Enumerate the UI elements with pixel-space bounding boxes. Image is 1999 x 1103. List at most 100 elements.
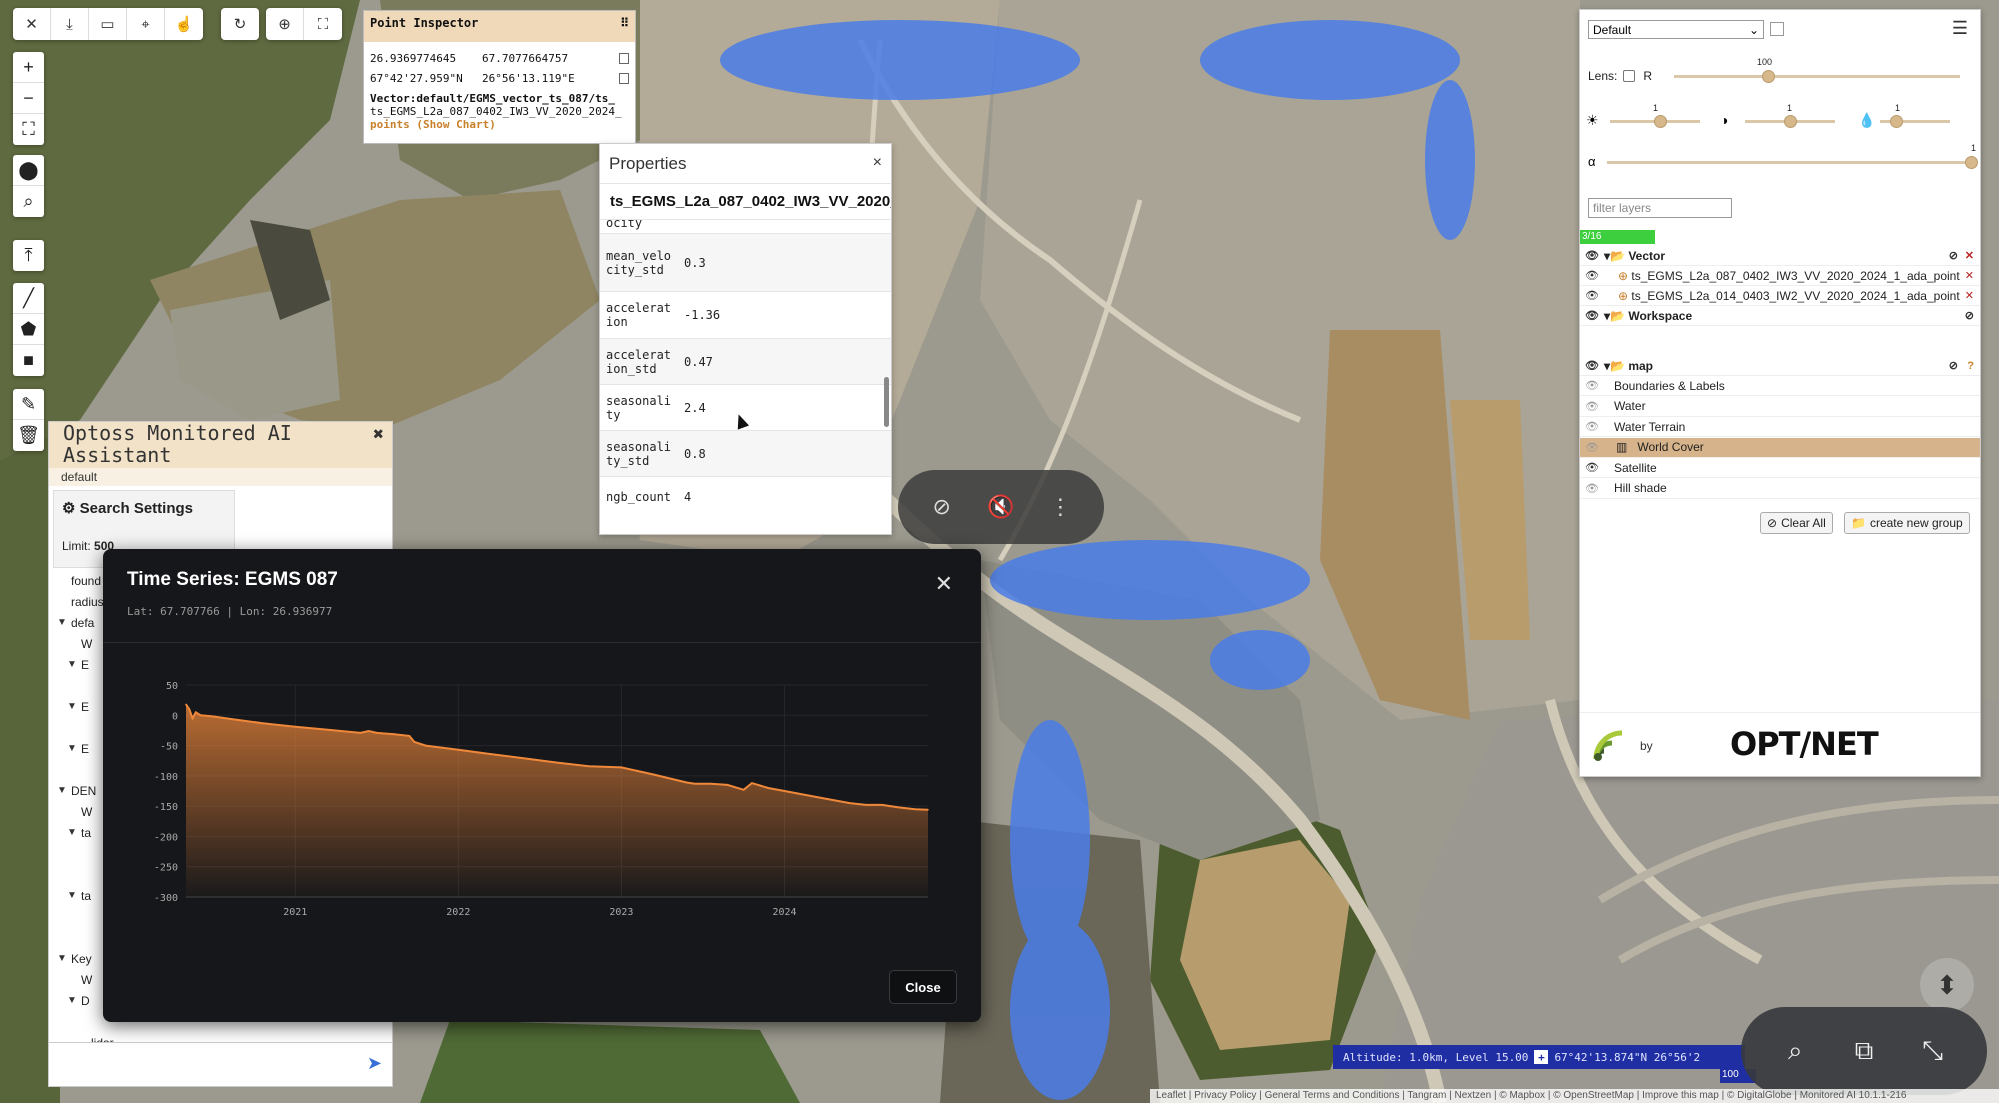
- properties-list[interactable]: ocity mean_velocity_std 0.3 acceleration…: [600, 220, 891, 514]
- chevron-down-icon[interactable]: ▼: [67, 890, 81, 901]
- slider-knob[interactable]: [1890, 115, 1903, 128]
- draw-polygon-icon[interactable]: ⬟: [13, 314, 44, 345]
- data-point: [327, 729, 329, 731]
- base-layer-item[interactable]: 👁 Satellite: [1580, 458, 1980, 478]
- slider-knob[interactable]: [1654, 115, 1667, 128]
- create-group-button[interactable]: 📁 create new group: [1844, 512, 1970, 534]
- crosshair-icon[interactable]: ⌖: [127, 8, 165, 40]
- plus-icon[interactable]: +: [1534, 1050, 1549, 1064]
- more-options-icon[interactable]: ⋮: [1040, 487, 1080, 527]
- base-layer-item[interactable]: 👁 Boundaries & Labels: [1580, 376, 1980, 396]
- eye-off-icon[interactable]: 👁: [1580, 379, 1604, 392]
- layer-item[interactable]: 👁 ⊕ ts_EGMS_L2a_087_0402_IW3_VV_2020_202…: [1580, 266, 1980, 286]
- lens-checkbox[interactable]: [1623, 70, 1636, 82]
- chat-input[interactable]: ➤: [49, 1042, 392, 1086]
- base-layer-item[interactable]: 👁 Water Terrain: [1580, 417, 1980, 437]
- base-layer-item[interactable]: 👁 ▥ World Cover: [1580, 437, 1980, 458]
- copy-icon[interactable]: [619, 52, 629, 64]
- alpha-slider[interactable]: [1607, 156, 1978, 169]
- ai-assistant-header: Optoss Monitored AI Assistant ✖: [49, 422, 392, 468]
- drag-handle-icon[interactable]: ⠿: [620, 16, 629, 37]
- zoom-out-button[interactable]: −: [13, 83, 44, 114]
- chevron-down-icon[interactable]: ▼: [67, 701, 81, 712]
- draw-line-icon[interactable]: ╱: [13, 283, 44, 314]
- contrast-slider[interactable]: [1745, 115, 1835, 128]
- layer-item[interactable]: 👁 ⊕ ts_EGMS_L2a_014_0403_IW2_VV_2020_202…: [1580, 286, 1980, 306]
- trash-icon[interactable]: 🗑: [13, 420, 44, 451]
- help-icon[interactable]: ?: [1967, 360, 1974, 372]
- send-icon[interactable]: ➤: [367, 1053, 382, 1074]
- hide-icon[interactable]: ⊘: [1949, 359, 1958, 372]
- open-external-icon[interactable]: ⧉: [1844, 1031, 1884, 1071]
- slider-knob[interactable]: [1762, 70, 1775, 83]
- hide-icon[interactable]: ⊘: [1965, 309, 1974, 322]
- eye-off-icon[interactable]: 👁: [1580, 441, 1604, 454]
- eye-off-icon[interactable]: 👁: [1580, 420, 1604, 433]
- close-icon[interactable]: ×: [873, 154, 882, 173]
- layer-group-workspace[interactable]: 👁 ▾ 📂 Workspace ⊘: [1580, 306, 1980, 326]
- grid-icon[interactable]: [1770, 22, 1784, 36]
- show-chart-link[interactable]: points (Show Chart): [364, 118, 635, 131]
- zoom-search-icon[interactable]: ⌕: [1775, 1031, 1815, 1071]
- filter-layers-input[interactable]: filter layers: [1588, 198, 1732, 218]
- saturation-slider[interactable]: [1880, 115, 1950, 128]
- base-layer-item[interactable]: 👁 Hill shade: [1580, 479, 1980, 499]
- compass-icon[interactable]: ⬍: [1920, 958, 1974, 1012]
- fullscreen-icon[interactable]: ⛶: [13, 114, 44, 145]
- brightness-slider[interactable]: [1610, 115, 1700, 128]
- chevron-down-icon[interactable]: ▼: [57, 785, 71, 796]
- no-pin-icon[interactable]: ✕: [13, 8, 51, 40]
- mute-icon[interactable]: 🔇: [981, 487, 1021, 527]
- zoom-box-icon[interactable]: ⌕: [13, 186, 44, 217]
- remove-icon[interactable]: ✕: [1964, 269, 1974, 282]
- close-icon[interactable]: ✖: [373, 424, 384, 446]
- preset-select[interactable]: Default ⌄: [1588, 20, 1764, 39]
- map-attribution[interactable]: Leaflet | Privacy Policy | General Terms…: [1150, 1089, 1999, 1103]
- eye-off-icon[interactable]: 👁: [1580, 482, 1604, 495]
- close-icon[interactable]: ✕: [935, 571, 953, 597]
- eye-icon[interactable]: 👁: [1580, 309, 1604, 322]
- eye-icon[interactable]: 👁: [1580, 289, 1604, 302]
- eye-icon[interactable]: 👁: [1580, 249, 1604, 262]
- align-top-icon[interactable]: ⤒: [13, 240, 44, 271]
- eye-icon[interactable]: 👁: [1580, 359, 1604, 372]
- base-layer-item[interactable]: 👁 Water: [1580, 397, 1980, 417]
- collapse-icon[interactable]: ⤡: [1913, 1031, 1953, 1071]
- time-series-chart[interactable]: 50 0 -50 -100 -150 -200 -250 -300 2021 2022 2023 20…: [103, 643, 981, 923]
- copy-icon[interactable]: [619, 72, 629, 84]
- location-pin-icon[interactable]: ⬤: [13, 155, 44, 186]
- expand-box-icon[interactable]: ⛶: [304, 8, 342, 40]
- chevron-down-icon[interactable]: ▼: [67, 827, 81, 838]
- slider-knob[interactable]: [1784, 115, 1797, 128]
- draw-rectangle-icon[interactable]: ■: [13, 345, 44, 376]
- slider-knob[interactable]: [1965, 156, 1978, 169]
- eye-off-icon[interactable]: 👁: [1580, 400, 1604, 413]
- hide-icon[interactable]: ⊘: [1949, 249, 1958, 262]
- r-slider[interactable]: [1674, 70, 1960, 83]
- refresh-icon[interactable]: ↻: [221, 8, 259, 40]
- clear-all-button[interactable]: ⊘ Clear All: [1760, 512, 1833, 534]
- eye-icon[interactable]: 👁: [1580, 269, 1604, 282]
- target-icon[interactable]: ⊕: [266, 8, 304, 40]
- remove-icon[interactable]: ✕: [1965, 249, 1974, 262]
- edit-icon[interactable]: ✎: [13, 389, 44, 420]
- hamburger-menu-icon[interactable]: ☰: [1952, 18, 1968, 39]
- chevron-down-icon[interactable]: ▼: [67, 743, 81, 754]
- properties-scrollbar[interactable]: [884, 377, 889, 427]
- eye-icon[interactable]: 👁: [1580, 461, 1604, 474]
- chevron-down-icon[interactable]: ▼: [67, 995, 81, 1006]
- layer-group-vector[interactable]: 👁 ▾ 📂 Vector ⊘ ✕: [1580, 246, 1980, 266]
- chevron-down-icon[interactable]: ▼: [67, 659, 81, 670]
- chevron-down-icon[interactable]: ▼: [57, 953, 71, 964]
- download-icon[interactable]: ⤓: [51, 8, 89, 40]
- remove-icon[interactable]: ✕: [1964, 289, 1974, 302]
- chevron-down-icon[interactable]: ▼: [57, 617, 71, 628]
- unpin-icon[interactable]: ⊘: [922, 487, 962, 527]
- zoom-in-button[interactable]: +: [13, 52, 44, 83]
- layer-group-map[interactable]: 👁 ▾ 📂 map ⊘?: [1580, 356, 1980, 376]
- point-inspector-header[interactable]: Point Inspector ⠿: [364, 11, 635, 42]
- gesture-icon[interactable]: ☝: [165, 8, 203, 40]
- video-icon[interactable]: ▭: [89, 8, 127, 40]
- close-button[interactable]: Close: [889, 970, 957, 1004]
- lens-toggle[interactable]: Lens: R: [1588, 69, 1652, 83]
